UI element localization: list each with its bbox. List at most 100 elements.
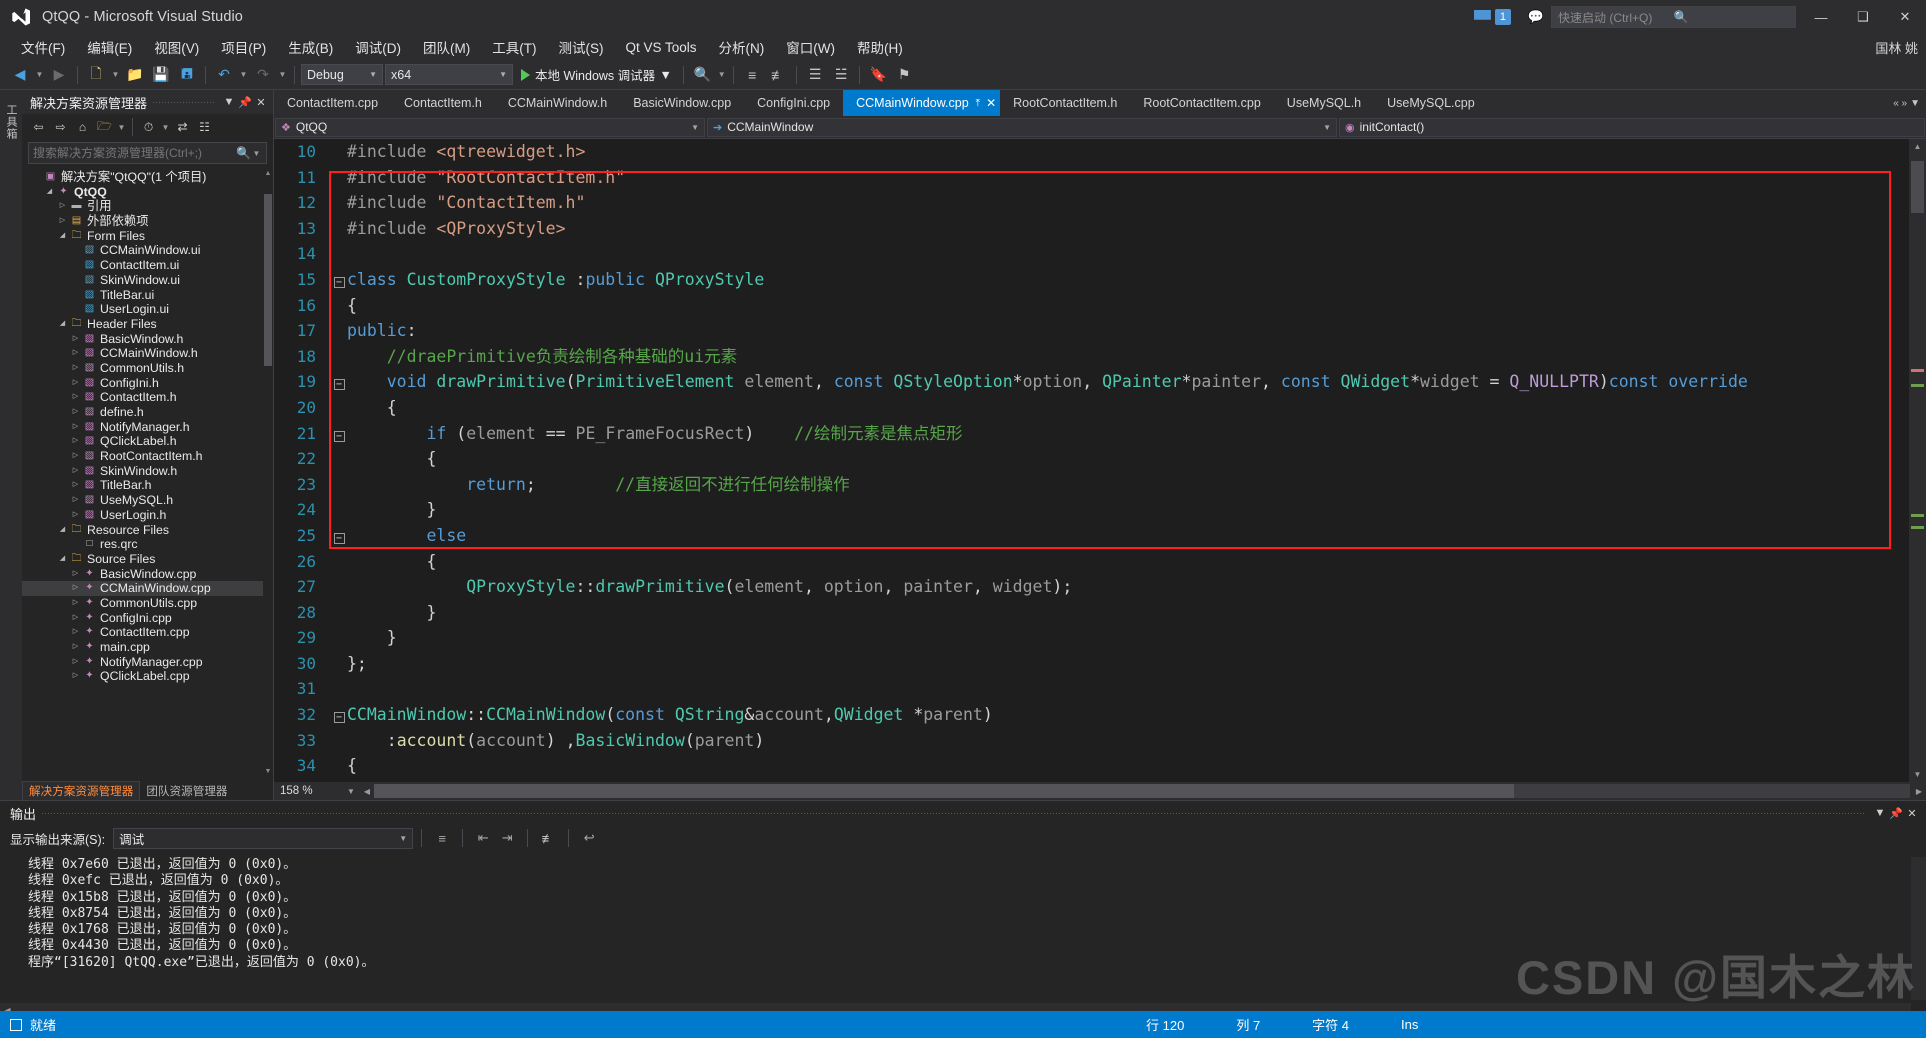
- tab-team-explorer[interactable]: 团队资源管理器: [140, 782, 233, 800]
- expander-closed-icon[interactable]: ▷: [69, 508, 82, 523]
- editor-tab[interactable]: RootContactItem.cpp: [1130, 90, 1273, 116]
- tree-item[interactable]: ▷▧SkinWindow.h: [22, 464, 273, 479]
- editor-tab[interactable]: UseMySQL.cpp: [1374, 90, 1488, 116]
- code-line[interactable]: 12#include "ContactItem.h": [274, 190, 1926, 216]
- chevron-down-icon[interactable]: ▼: [160, 123, 171, 132]
- code-line[interactable]: 34{: [274, 753, 1926, 779]
- scroll-left-icon[interactable]: ◀: [360, 787, 374, 796]
- solution-search-box[interactable]: 🔍 ▼: [28, 142, 267, 164]
- tree-item[interactable]: ▷✦CCMainWindow.cpp: [22, 581, 273, 596]
- tree-item[interactable]: ▧UserLogin.ui: [22, 302, 273, 317]
- notification-indicator[interactable]: 1: [1474, 9, 1511, 25]
- chevron-down-icon[interactable]: ▼: [116, 123, 127, 132]
- code-line[interactable]: 25− else: [274, 523, 1926, 549]
- expander-closed-icon[interactable]: ▷: [69, 478, 82, 493]
- save-all-icon[interactable]: 🖪: [175, 63, 199, 87]
- pin-icon[interactable]: 📌: [237, 92, 253, 112]
- code-line[interactable]: 13#include <QProxyStyle>: [274, 216, 1926, 242]
- maximize-button[interactable]: ❑: [1842, 0, 1884, 34]
- expander-closed-icon[interactable]: ▷: [69, 420, 82, 435]
- menu-item-window[interactable]: 窗口(W): [775, 34, 846, 60]
- editor-scroll-thumb[interactable]: [1911, 161, 1924, 213]
- expander-closed-icon[interactable]: ▷: [69, 332, 82, 347]
- search-icon[interactable]: 🔍: [236, 146, 251, 160]
- tree-item[interactable]: ▷✦NotifyManager.cpp: [22, 655, 273, 670]
- zoom-level-control[interactable]: 158 %: [274, 782, 342, 800]
- menu-item-debug[interactable]: 调试(D): [344, 34, 412, 60]
- properties-icon[interactable]: ☷: [194, 117, 215, 138]
- chevron-down-icon[interactable]: ▼: [660, 68, 671, 82]
- code-line[interactable]: 35 ui.setupUi(this);: [274, 779, 1926, 782]
- close-button[interactable]: ✕: [1884, 0, 1926, 34]
- tab-solution-explorer[interactable]: 解决方案资源管理器: [22, 781, 140, 800]
- expander-closed-icon[interactable]: ▷: [69, 655, 82, 670]
- start-debugging-button[interactable]: 本地 Windows 调试器 ▼: [515, 64, 677, 86]
- toggle-bookmark-icon[interactable]: ⚑: [892, 63, 916, 87]
- platform-dropdown[interactable]: x64 ▼: [385, 64, 513, 85]
- code-line[interactable]: 16{: [274, 293, 1926, 319]
- code-line[interactable]: 10#include <qtreewidget.h>: [274, 139, 1926, 165]
- forward-icon[interactable]: ⇨: [50, 117, 71, 138]
- menu-item-qt-vs-tools[interactable]: Qt VS Tools: [615, 37, 708, 58]
- output-vertical-scrollbar[interactable]: [1911, 857, 1926, 1000]
- chevron-left-right-icon[interactable]: « »: [1893, 98, 1907, 109]
- tree-item[interactable]: ▷✦BasicWindow.cpp: [22, 567, 273, 582]
- editor-tab[interactable]: ConfigIni.cpp: [744, 90, 843, 116]
- tree-item[interactable]: ▷✦ConfigIni.cpp: [22, 611, 273, 626]
- code-line[interactable]: 28 }: [274, 600, 1926, 626]
- tree-item[interactable]: ▷▧ConfigIni.h: [22, 376, 273, 391]
- expander-open-icon[interactable]: ◢: [56, 229, 69, 244]
- editor-tab[interactable]: ContactItem.h: [391, 90, 495, 116]
- editor-tab[interactable]: CCMainWindow.h: [495, 90, 620, 116]
- expander-closed-icon[interactable]: ▷: [56, 199, 69, 214]
- feedback-icon[interactable]: 💬: [1521, 2, 1551, 32]
- save-icon[interactable]: 💾: [149, 63, 173, 87]
- editor-hscroll-thumb[interactable]: [374, 784, 1514, 798]
- collapse-region-icon[interactable]: −: [331, 525, 347, 551]
- tree-item[interactable]: ▷▧QClickLabel.h: [22, 434, 273, 449]
- tree-item[interactable]: ◢🗀Source Files: [22, 552, 273, 567]
- expander-closed-icon[interactable]: ▷: [69, 625, 82, 640]
- navigate-forward-icon[interactable]: ▶: [47, 63, 71, 87]
- output-source-dropdown[interactable]: 调试 ▼: [113, 828, 413, 849]
- home-icon[interactable]: ⌂: [72, 117, 93, 138]
- active-files-icon[interactable]: ▼: [1910, 98, 1920, 109]
- editor-vertical-scrollbar[interactable]: ▲ ▼: [1909, 139, 1926, 782]
- tree-item[interactable]: ▷▧TitleBar.h: [22, 478, 273, 493]
- code-line[interactable]: 11#include "RootContactItem.h": [274, 165, 1926, 191]
- pin-icon[interactable]: ⤒: [976, 98, 980, 109]
- configuration-dropdown[interactable]: Debug ▼: [301, 64, 383, 85]
- scroll-down-icon[interactable]: ▼: [264, 768, 272, 780]
- expander-closed-icon[interactable]: ▷: [56, 214, 69, 229]
- code-line[interactable]: 19− void drawPrimitive(PrimitiveElement …: [274, 369, 1926, 395]
- tree-item[interactable]: □res.qrc: [22, 537, 273, 552]
- expander-closed-icon[interactable]: ▷: [69, 493, 82, 508]
- tree-scroll-thumb[interactable]: [264, 194, 272, 366]
- clear-all-icon[interactable]: ≡: [430, 827, 454, 849]
- menu-item-file[interactable]: 文件(F): [10, 34, 76, 60]
- undo-icon[interactable]: ↶: [212, 63, 236, 87]
- code-line[interactable]: 14: [274, 241, 1926, 267]
- expander-closed-icon[interactable]: ▷: [69, 361, 82, 376]
- go-to-next-icon[interactable]: ⇥: [495, 827, 519, 849]
- code-line[interactable]: 33 :account(account) ,BasicWindow(parent…: [274, 728, 1926, 754]
- user-name-label[interactable]: 国林 姚: [1875, 38, 1918, 57]
- code-line[interactable]: 20 {: [274, 395, 1926, 421]
- search-input[interactable]: [33, 146, 236, 160]
- close-icon[interactable]: ✕: [1904, 803, 1920, 823]
- tree-item[interactable]: ▷✦ContactItem.cpp: [22, 625, 273, 640]
- scroll-up-icon[interactable]: ▲: [1909, 139, 1926, 154]
- tree-item[interactable]: ▧TitleBar.ui: [22, 288, 273, 303]
- tree-item[interactable]: ▷▧NotifyManager.h: [22, 420, 273, 435]
- menu-item-test[interactable]: 测试(S): [548, 34, 615, 60]
- sync-icon[interactable]: ⇄: [172, 117, 193, 138]
- outdent-icon[interactable]: ≢: [766, 63, 790, 87]
- expander-closed-icon[interactable]: ▷: [69, 346, 82, 361]
- menu-item-help[interactable]: 帮助(H): [846, 34, 914, 60]
- code-line[interactable]: 26 {: [274, 549, 1926, 575]
- code-line[interactable]: 27 QProxyStyle::drawPrimitive(element, o…: [274, 574, 1926, 600]
- code-line[interactable]: 15−class CustomProxyStyle :public QProxy…: [274, 267, 1926, 293]
- tree-item[interactable]: ◢🗀Resource Files: [22, 523, 273, 538]
- code-line[interactable]: 23 return; //直接返回不进行任何绘制操作: [274, 472, 1926, 498]
- editor-tab[interactable]: UseMySQL.h: [1274, 90, 1374, 116]
